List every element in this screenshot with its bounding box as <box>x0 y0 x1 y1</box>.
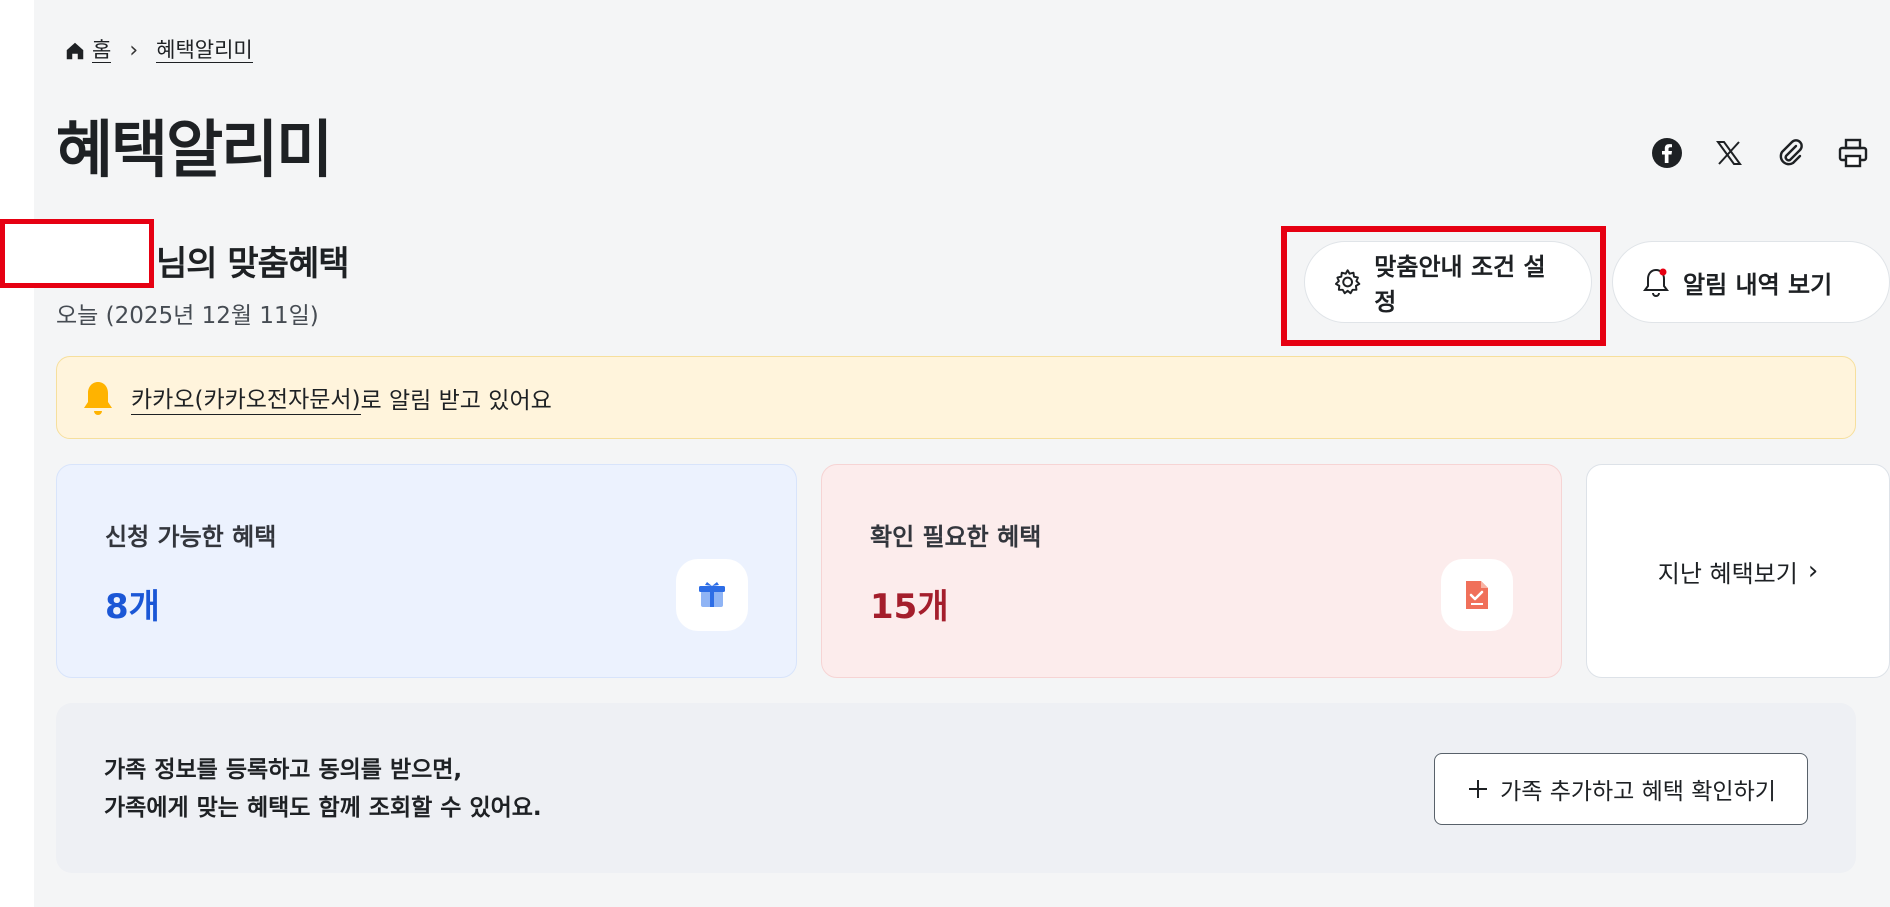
facebook-icon[interactable] <box>1650 136 1684 170</box>
add-family-button[interactable]: 가족 추가하고 혜택 확인하기 <box>1434 753 1808 825</box>
alert-channel-link[interactable]: 카카오(카카오전자문서) <box>131 380 361 415</box>
plus-icon <box>1469 780 1488 798</box>
available-benefits-label: 신청 가능한 혜택 <box>105 523 277 551</box>
x-icon[interactable] <box>1712 136 1746 170</box>
family-description-line2: 가족에게 맞는 혜택도 함께 조회할 수 있어요. <box>104 795 542 821</box>
breadcrumb-current[interactable]: 혜택알리미 <box>156 38 253 63</box>
settings-highlight-frame <box>1281 226 1606 346</box>
today-date: 오늘 (2025년 12월 11일) <box>56 303 319 329</box>
available-benefits-count: 8개 <box>105 587 160 627</box>
breadcrumb-home[interactable]: 홈 <box>92 38 112 63</box>
breadcrumb: 홈 › 혜택알리미 <box>64 38 253 63</box>
notification-alert: 카카오(카카오전자문서) 로 알림 받고 있어요 <box>56 356 1856 439</box>
available-benefits-card[interactable]: 신청 가능한 혜택 8개 <box>56 464 797 678</box>
print-icon[interactable] <box>1836 136 1870 170</box>
document-check-icon <box>1441 559 1513 631</box>
family-description-line1: 가족 정보를 등록하고 동의를 받으면, <box>104 757 463 783</box>
gift-icon <box>676 559 748 631</box>
past-benefits-label: 지난 혜택보기 <box>1657 559 1798 588</box>
page-title: 혜택알리미 <box>56 113 333 186</box>
alert-text: 로 알림 받고 있어요 <box>360 387 552 414</box>
notification-history-label: 알림 내역 보기 <box>1683 270 1833 299</box>
family-description: 가족 정보를 등록하고 동의를 받으면, 가족에게 맞는 혜택도 함께 조회할 … <box>104 751 542 827</box>
add-family-button-label: 가족 추가하고 혜택 확인하기 <box>1500 779 1776 805</box>
page: 홈 › 혜택알리미 혜택알리미 님의 맞춤혜택 오늘 (2025년 12월 11… <box>34 0 1890 907</box>
breadcrumb-separator: › <box>129 38 139 63</box>
check-benefits-card[interactable]: 확인 필요한 혜택 15개 <box>821 464 1562 678</box>
notification-history-button[interactable]: 알림 내역 보기 <box>1612 241 1890 323</box>
home-icon <box>66 42 84 59</box>
bell-icon <box>84 381 112 415</box>
redacted-name-highlight <box>0 219 154 288</box>
bell-icon <box>1643 268 1669 297</box>
check-benefits-label: 확인 필요한 혜택 <box>870 523 1042 551</box>
check-benefits-count: 15개 <box>870 587 949 627</box>
family-section: 가족 정보를 등록하고 동의를 받으면, 가족에게 맞는 혜택도 함께 조회할 … <box>56 703 1856 873</box>
past-benefits-card[interactable]: 지난 혜택보기 › <box>1586 464 1890 678</box>
link-icon[interactable] <box>1774 136 1808 170</box>
chevron-right-icon: › <box>1807 556 1819 586</box>
share-toolbar <box>1650 136 1870 170</box>
